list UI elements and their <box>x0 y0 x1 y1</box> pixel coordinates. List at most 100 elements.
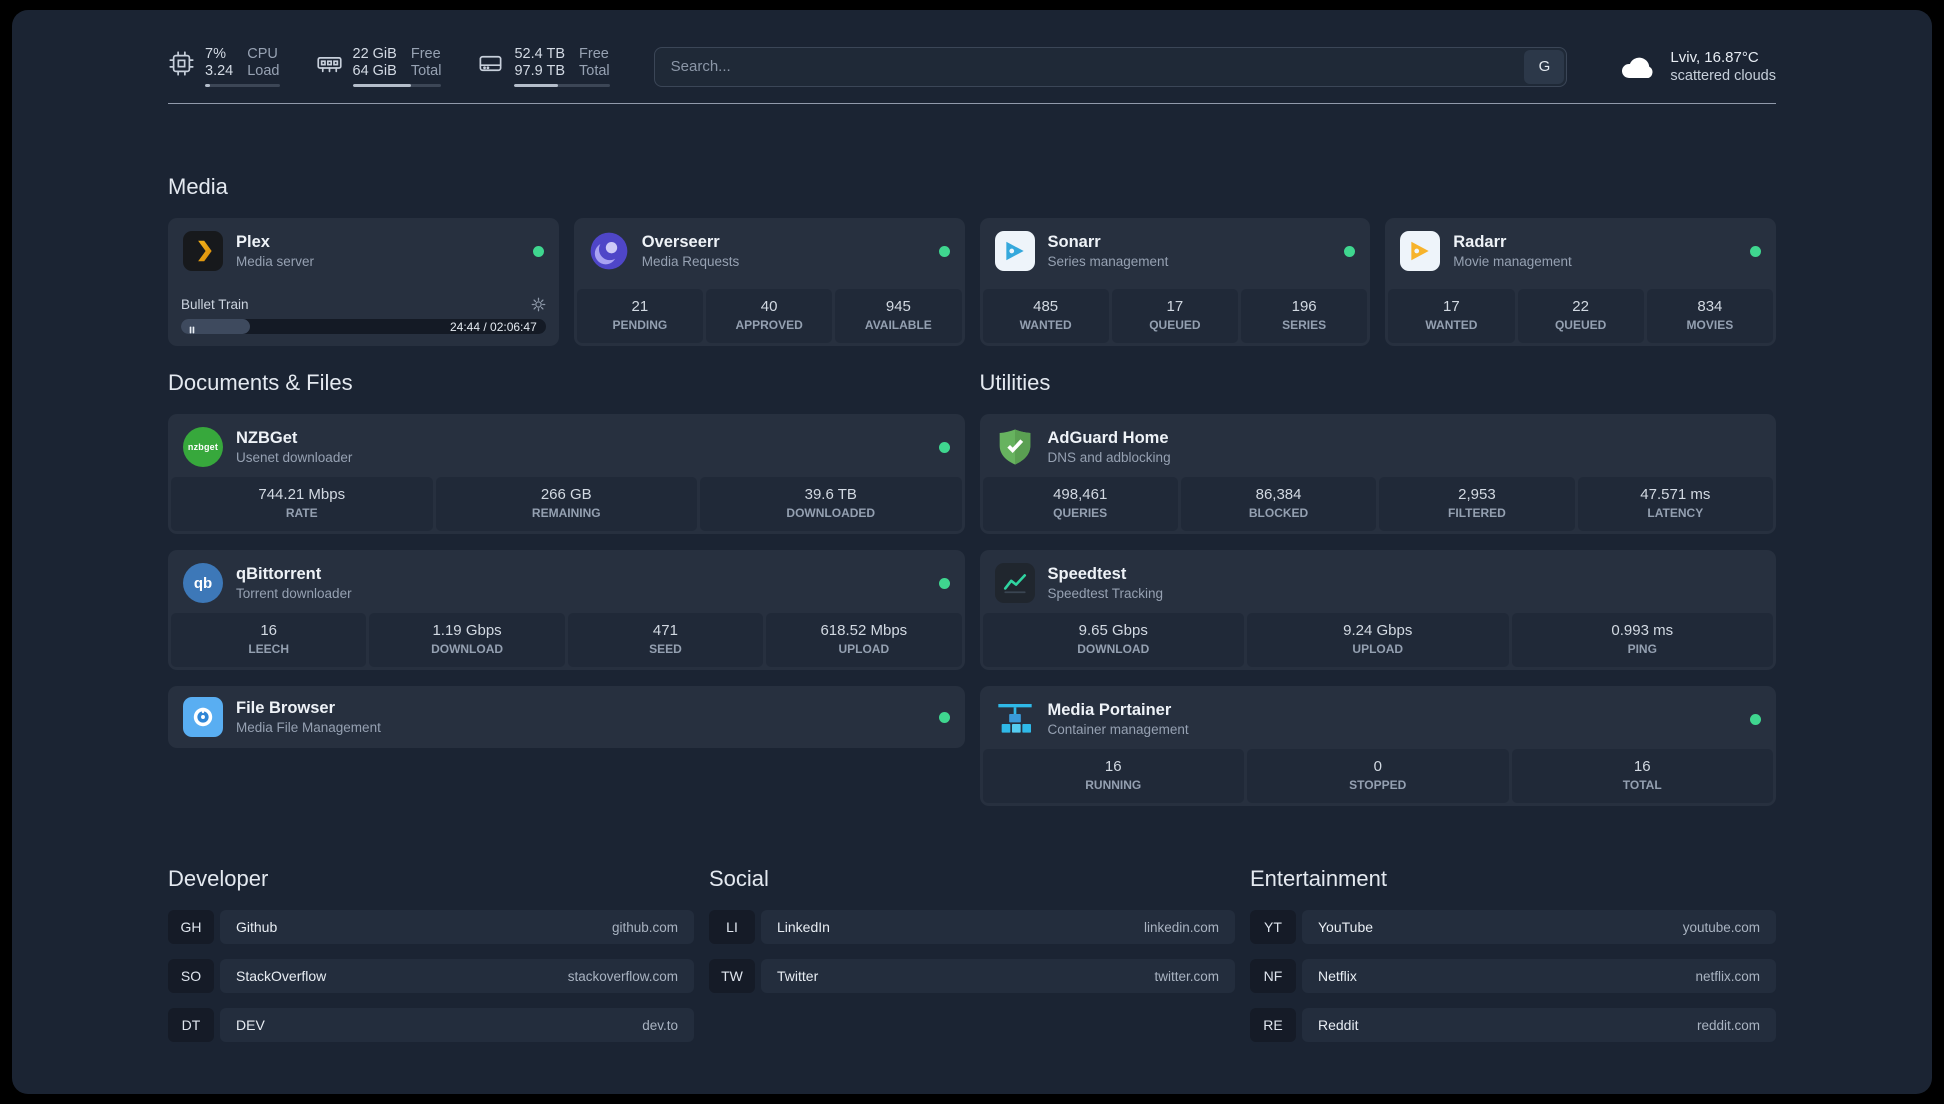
stat-wanted: 485 WANTED <box>982 289 1109 343</box>
cpu-usage-label: CPU <box>247 46 278 62</box>
bookmark-name: StackOverflow <box>236 968 327 984</box>
stat-total: 16 TOTAL <box>1511 749 1773 803</box>
bookmark-name: Twitter <box>777 968 819 984</box>
stat-value: 9.65 Gbps <box>1078 622 1148 639</box>
now-playing-widget: Bullet Train 24:44 / 02:06:47 <box>168 295 559 346</box>
stat-rate: 744.21 Mbps RATE <box>171 477 433 531</box>
stat-upload: 618.52 Mbps UPLOAD <box>766 613 962 667</box>
playback-progress-bar[interactable]: 24:44 / 02:06:47 <box>181 319 546 334</box>
stat-label: DOWNLOAD <box>1077 642 1150 656</box>
status-dot <box>1750 713 1761 725</box>
stat-downloaded: 39.6 TB DOWNLOADED <box>700 477 962 531</box>
search-provider-button[interactable]: G <box>1524 49 1565 84</box>
service-card-adguard[interactable]: AdGuard Home DNS and adblocking 498,461 … <box>979 414 1776 534</box>
service-card-overseerr[interactable]: Overseerr Media Requests 21 PENDING 40 A… <box>573 218 965 346</box>
status-dot <box>938 711 950 723</box>
cpu-progress-bar <box>205 84 280 87</box>
status-dot <box>1750 245 1761 257</box>
service-card-nzbget[interactable]: nzbget NZBGet Usenet downloader 744.21 M… <box>168 414 965 534</box>
bookmark-domain: youtube.com <box>1682 919 1760 935</box>
bookmark-domain: dev.to <box>642 1017 678 1033</box>
adguard-icon <box>995 427 1035 467</box>
service-card-plex[interactable]: Plex Media server Bullet Train 24:44 / 0… <box>168 218 559 346</box>
stat-value: 9.24 Gbps <box>1343 622 1413 639</box>
service-card-qbittorrent[interactable]: qb qBittorrent Torrent downloader 16 LEE… <box>168 550 965 670</box>
service-card-sonarr[interactable]: Sonarr Series management 485 WANTED 17 Q… <box>979 218 1371 346</box>
stat-latency: 47.571 ms LATENCY <box>1577 477 1773 531</box>
memory-widget: 22 GiB Free 64 GiB Total <box>316 46 442 87</box>
service-subtitle: Usenet downloader <box>236 449 353 465</box>
service-card-filebrowser[interactable]: File Browser Media File Management <box>168 686 965 748</box>
stat-label: SEED <box>649 642 682 656</box>
service-subtitle: Series management <box>1047 253 1169 269</box>
stat-ping: 0.993 ms PING <box>1511 613 1773 667</box>
bookmark-reddit[interactable]: RE Reddit reddit.com <box>1250 1008 1776 1042</box>
stat-value: 471 <box>652 622 678 639</box>
stat-value: 0.993 ms <box>1611 622 1674 639</box>
pause-icon[interactable] <box>187 322 197 333</box>
cpu-icon <box>168 50 195 77</box>
cpu-load-value: 3.24 <box>205 63 234 79</box>
gear-icon[interactable] <box>531 297 546 312</box>
bookmark-name: YouTube <box>1318 919 1374 935</box>
bookmark-abbr: DT <box>168 1008 214 1042</box>
stat-movies: 834 MOVIES <box>1646 289 1773 343</box>
bookmark-domain: twitter.com <box>1154 968 1219 984</box>
bookmark-stackoverflow[interactable]: SO StackOverflow stackoverflow.com <box>168 959 694 993</box>
section-title-utilities: Utilities <box>979 370 1051 395</box>
section-title-entertainment: Entertainment <box>1250 866 1387 891</box>
disk-total-label: Total <box>579 63 610 79</box>
bookmark-group-social: Social LI LinkedIn linkedin.com TW Twitt… <box>709 866 1235 1042</box>
service-title: File Browser <box>236 698 336 717</box>
stat-value: 945 <box>885 298 911 315</box>
disk-icon <box>477 50 504 77</box>
stat-label: WANTED <box>1019 318 1072 332</box>
bookmark-name: LinkedIn <box>777 919 830 935</box>
service-card-portainer[interactable]: Media Portainer Container management 16 … <box>979 686 1776 806</box>
plex-icon <box>183 231 223 271</box>
service-subtitle: Media File Management <box>236 719 381 735</box>
section-title-documents: Documents & Files <box>168 370 353 395</box>
stat-label: RUNNING <box>1085 778 1142 792</box>
service-title: Plex <box>236 232 270 251</box>
bookmark-netflix[interactable]: NF Netflix netflix.com <box>1250 959 1776 993</box>
search-bar: G <box>653 46 1568 87</box>
playback-time: 24:44 / 02:06:47 <box>450 320 537 334</box>
search-input[interactable] <box>653 46 1568 87</box>
service-title: Sonarr <box>1047 232 1101 251</box>
stat-label: LATENCY <box>1647 506 1704 520</box>
bookmark-twitter[interactable]: TW Twitter twitter.com <box>709 959 1235 993</box>
service-title: Overseerr <box>641 232 720 251</box>
filebrowser-icon <box>183 697 223 737</box>
stat-pending: 21 PENDING <box>576 289 703 343</box>
cpu-widget: 7% CPU 3.24 Load <box>168 46 280 87</box>
bookmark-abbr: YT <box>1250 910 1296 944</box>
memory-total-label: Total <box>410 63 442 79</box>
stat-value: 47.571 ms <box>1640 486 1711 503</box>
stat-value: 618.52 Mbps <box>820 622 908 639</box>
bookmark-group-entertainment: Entertainment YT YouTube youtube.com NF … <box>1250 866 1776 1042</box>
cpu-load-label: Load <box>247 63 280 79</box>
memory-icon <box>316 50 343 77</box>
stat-value: 16 <box>260 622 278 639</box>
bookmark-abbr: GH <box>168 910 214 944</box>
service-card-radarr[interactable]: Radarr Movie management 17 WANTED 22 QUE… <box>1385 218 1776 346</box>
service-title: Speedtest <box>1047 564 1127 583</box>
stat-running: 16 RUNNING <box>982 749 1244 803</box>
portainer-icon <box>995 699 1035 739</box>
stat-value: 266 GB <box>540 486 592 503</box>
service-title: AdGuard Home <box>1047 428 1169 447</box>
stat-label: QUEUED <box>1149 318 1201 332</box>
stat-label: WANTED <box>1425 318 1478 332</box>
stat-label: BLOCKED <box>1248 506 1309 520</box>
stat-label: STOPPED <box>1349 778 1407 792</box>
sonarr-icon <box>994 231 1035 271</box>
bookmark-linkedin[interactable]: LI LinkedIn linkedin.com <box>709 910 1235 944</box>
bookmark-github[interactable]: GH Github github.com <box>168 910 694 944</box>
bookmark-youtube[interactable]: YT YouTube youtube.com <box>1250 910 1776 944</box>
bookmark-dev[interactable]: DT DEV dev.to <box>168 1008 694 1042</box>
service-card-speedtest[interactable]: Speedtest Speedtest Tracking 9.65 Gbps D… <box>979 550 1776 670</box>
service-title: NZBGet <box>236 428 298 447</box>
stat-value: 0 <box>1373 758 1382 775</box>
stat-label: DOWNLOADED <box>786 506 876 520</box>
